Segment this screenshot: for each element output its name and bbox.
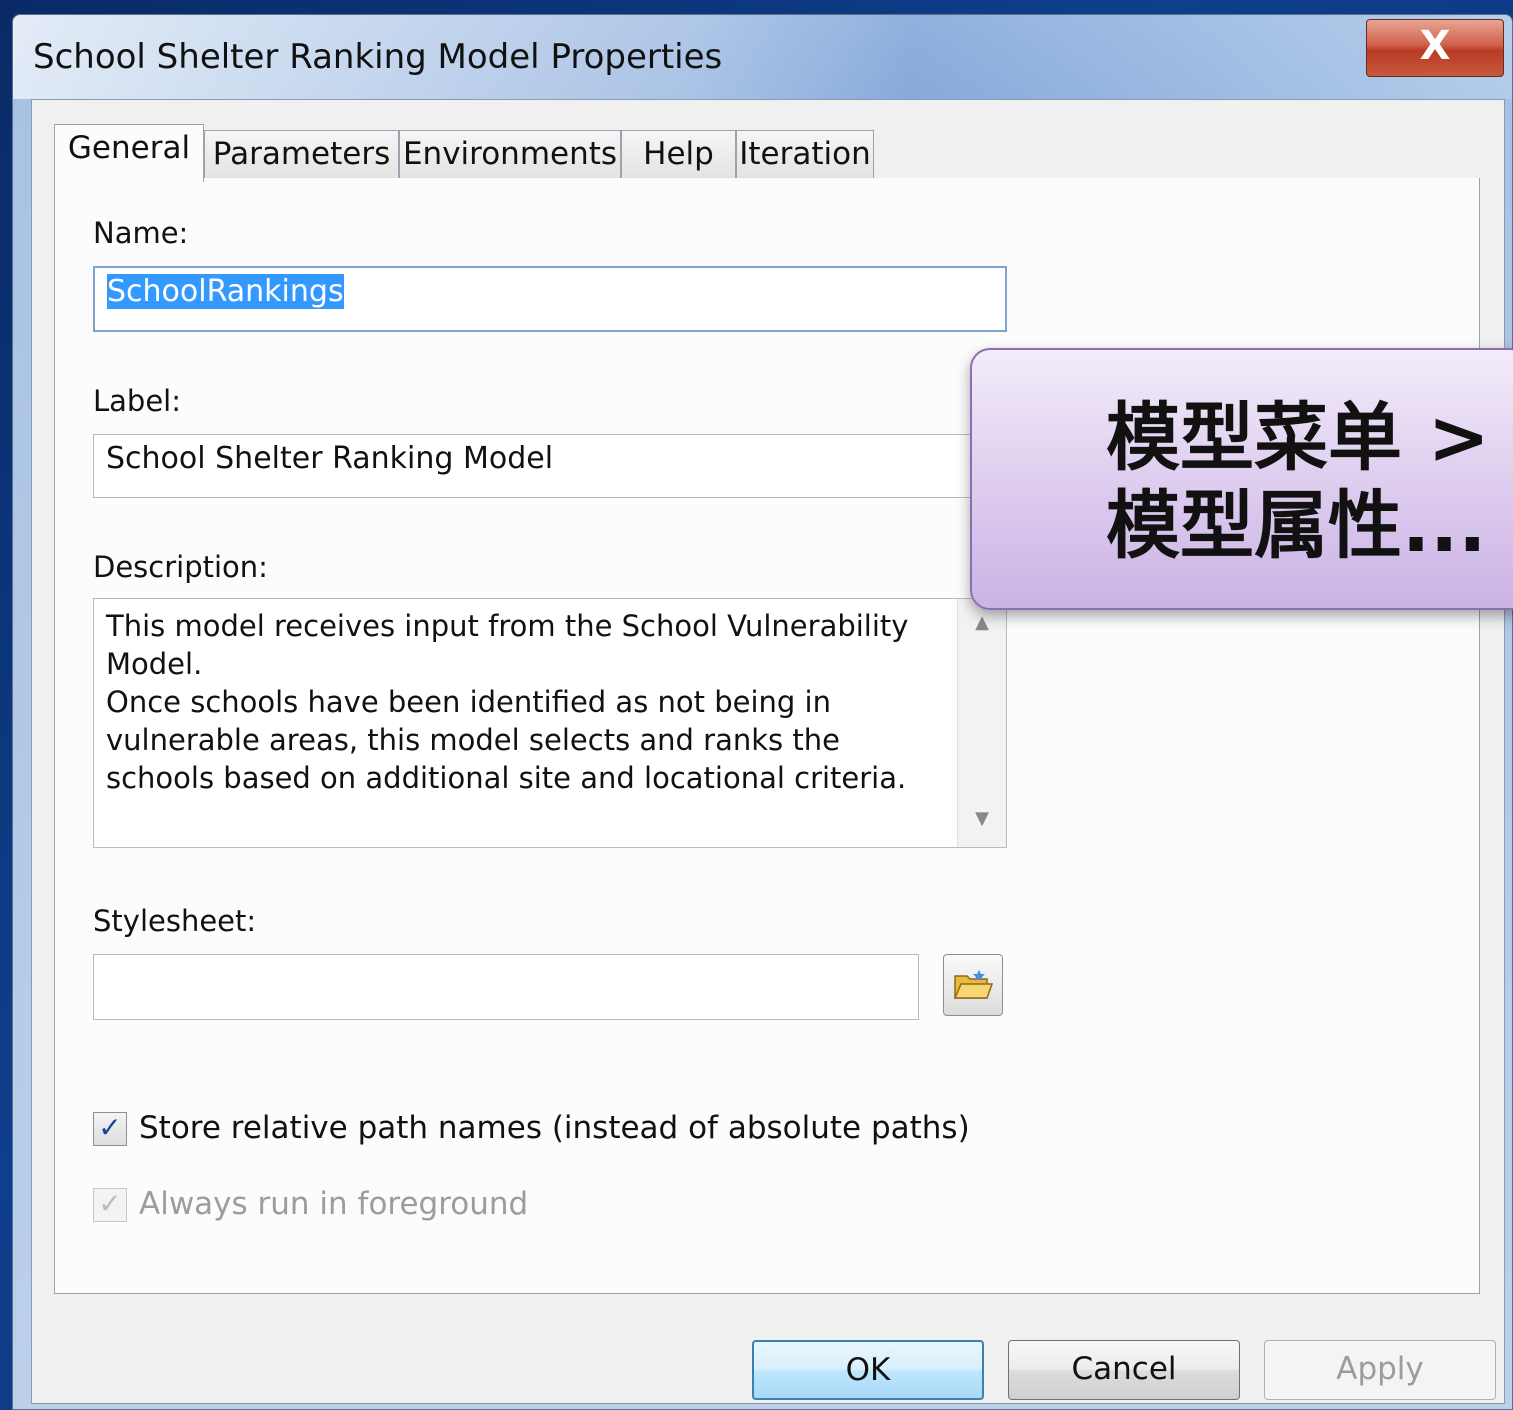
stylesheet-label: Stylesheet: bbox=[93, 904, 257, 938]
dialog-client-area: General Parameters Environments Help Ite… bbox=[31, 99, 1505, 1404]
store-relative-label: Store relative path names (instead of ab… bbox=[139, 1110, 970, 1146]
store-relative-checkbox[interactable]: ✓ bbox=[93, 1112, 127, 1146]
description-label: Description: bbox=[93, 550, 268, 584]
open-folder-icon bbox=[953, 969, 994, 999]
apply-button: Apply bbox=[1264, 1340, 1496, 1400]
tab-help[interactable]: Help bbox=[621, 130, 736, 180]
description-field[interactable]: This model receives input from the Schoo… bbox=[93, 598, 1007, 848]
name-label: Name: bbox=[93, 216, 189, 250]
callout-text: 模型菜单 > 模型属性... bbox=[1106, 395, 1490, 569]
browse-stylesheet-button[interactable] bbox=[943, 954, 1003, 1016]
tab-environments[interactable]: Environments bbox=[399, 130, 621, 180]
annotation-callout: 模型菜单 > 模型属性... bbox=[970, 348, 1513, 610]
general-tab-panel: Name: SchoolRankings Label: School Shelt… bbox=[54, 178, 1480, 1294]
name-value: SchoolRankings bbox=[107, 274, 344, 309]
tab-general[interactable]: General bbox=[54, 124, 204, 182]
stylesheet-field[interactable] bbox=[93, 954, 919, 1020]
description-scrollbar[interactable]: ▲ ▼ bbox=[957, 599, 1006, 847]
label-field[interactable]: School Shelter Ranking Model bbox=[93, 434, 1007, 498]
name-field[interactable]: SchoolRankings bbox=[93, 266, 1007, 332]
tab-iteration[interactable]: Iteration bbox=[736, 130, 874, 180]
window-title: School Shelter Ranking Model Properties bbox=[33, 37, 723, 77]
scroll-down-arrow-icon[interactable]: ▼ bbox=[958, 799, 1006, 839]
tab-parameters[interactable]: Parameters bbox=[204, 130, 399, 180]
ok-button[interactable]: OK bbox=[752, 1340, 984, 1400]
description-text: This model receives input from the Schoo… bbox=[106, 609, 909, 795]
cancel-button[interactable]: Cancel bbox=[1008, 1340, 1240, 1400]
title-bar[interactable]: School Shelter Ranking Model Properties … bbox=[13, 15, 1512, 99]
close-button[interactable]: X bbox=[1366, 19, 1504, 77]
always-foreground-checkbox: ✓ bbox=[93, 1188, 127, 1222]
properties-dialog: School Shelter Ranking Model Properties … bbox=[12, 14, 1513, 1410]
always-foreground-label: Always run in foreground bbox=[139, 1186, 529, 1222]
label-label: Label: bbox=[93, 384, 182, 418]
